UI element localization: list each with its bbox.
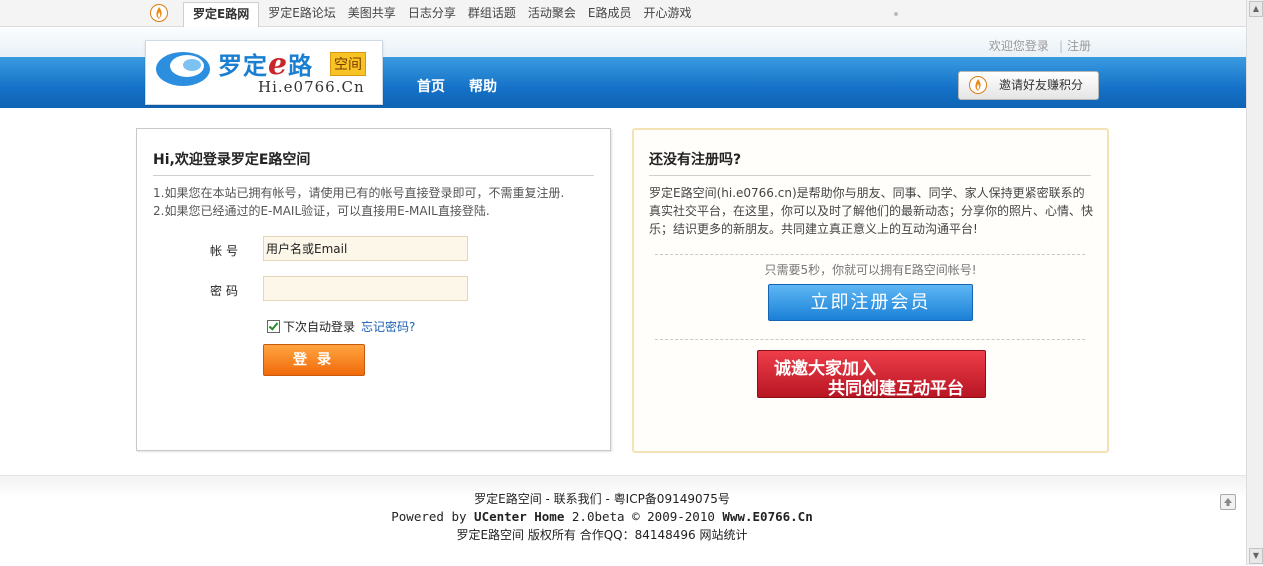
footer-icp-link[interactable]: 粤ICP备09149075号 — [614, 492, 730, 506]
scroll-up-icon[interactable]: ▲ — [1249, 1, 1263, 17]
top-tab-events[interactable]: 活动聚会 — [522, 2, 582, 24]
register-need-text: 只需要5秒，你就可以拥有E路空间帐号! — [764, 263, 977, 277]
forgot-password-link[interactable]: 忘记密码? — [361, 318, 415, 335]
nav-help[interactable]: 帮助 — [469, 76, 497, 96]
join-banner[interactable]: 诚邀大家加入 共同创建互动平台 — [757, 350, 986, 399]
footer-line-1: 罗定E路空间 - 联系我们 - 粤ICP备09149075号 — [474, 492, 730, 506]
logo-tag: 空间 — [330, 52, 366, 76]
vertical-scrollbar[interactable]: ▲ ▼ — [1246, 0, 1263, 565]
remember-me-checkbox[interactable] — [267, 320, 280, 333]
register-panel: 还没有注册吗? 罗定E路空间(hi.e0766.cn)是帮助你与朋友、同事、同学… — [632, 128, 1109, 453]
username-label: 帐号 — [210, 244, 243, 258]
top-tab-groups[interactable]: 群组话题 — [462, 2, 522, 24]
login-tip-2: 2.如果您已经通过的E-MAIL验证，可以直接用E-MAIL直接登陆. — [153, 204, 490, 218]
password-input[interactable] — [263, 276, 468, 301]
site-flame-icon — [150, 4, 168, 22]
footer-site-name: 罗定E路空间 — [456, 528, 525, 542]
dashed-divider-1 — [655, 254, 1085, 255]
top-tab-games[interactable]: 开心游戏 — [637, 2, 697, 24]
top-tab-forum[interactable]: 罗定E路论坛 — [262, 2, 342, 24]
login-tip-1: 1.如果您在本站已拥有帐号，请使用已有的帐号直接登录即可，不需重复注册. — [153, 186, 565, 200]
logo-swoosh-icon — [156, 52, 210, 86]
invite-friends-label: 邀请好友赚积分 — [999, 78, 1084, 92]
top-tab-members[interactable]: E路成员 — [582, 2, 638, 24]
arrow-up-icon — [1224, 498, 1232, 506]
top-nav-bar: 罗定E路网 罗定E路论坛 美图共享 日志分享 群组话题 活动聚会 E路成员 开心… — [0, 0, 1246, 27]
register-intro: 罗定E路空间(hi.e0766.cn)是帮助你与朋友、同事、同学、家人保持更紧密… — [649, 186, 1094, 236]
logo-text: 罗定e路 — [218, 46, 313, 82]
top-tab-home[interactable]: 罗定E路网 — [183, 2, 260, 27]
login-divider — [153, 175, 594, 176]
logo-text-e: e — [268, 47, 289, 82]
login-tips: 1.如果您在本站已拥有帐号，请使用已有的帐号直接登录即可，不需重复注册. 2.如… — [153, 184, 564, 220]
scroll-down-icon[interactable]: ▼ — [1249, 548, 1263, 564]
footer-line-3: 罗定E路空间 版权所有 合作QQ：84148496 网站统计 — [0, 526, 1204, 543]
top-nav-tabs: 罗定E路网 罗定E路论坛 美图共享 日志分享 群组话题 活动聚会 E路成员 开心… — [183, 2, 697, 27]
username-input[interactable]: 用户名或Email — [263, 236, 468, 261]
footer-version: 2.0beta © 2009-2010 — [571, 509, 715, 524]
login-button[interactable]: 登录 — [263, 344, 365, 376]
join-banner-line2: 共同创建互动平台 — [828, 379, 964, 399]
footer-product-link[interactable]: UCenter Home — [474, 509, 564, 524]
login-title: Hi,欢迎登录罗定E路空间 — [153, 152, 311, 168]
logo-text-prefix: 罗定 — [218, 51, 268, 80]
register-link[interactable]: 注册 — [1067, 39, 1091, 53]
remember-me-label[interactable]: 下次自动登录 — [283, 318, 355, 335]
footer-stats-link[interactable]: 网站统计 — [700, 528, 748, 542]
site-logo[interactable]: 罗定e路 空间 Hi.e0766.Cn — [145, 40, 383, 105]
password-label: 密码 — [210, 284, 243, 298]
flame-icon — [969, 76, 987, 94]
welcome-login-link[interactable]: 欢迎您登录 — [989, 39, 1049, 53]
footer-contact-link[interactable]: 联系我们 — [554, 492, 602, 506]
nav-home[interactable]: 首页 — [417, 76, 445, 96]
dashed-divider-2 — [655, 339, 1085, 340]
user-links-separator: | — [1058, 39, 1063, 53]
register-divider — [649, 175, 1091, 176]
top-tab-blogs[interactable]: 日志分享 — [402, 2, 462, 24]
footer-site-link[interactable]: 罗定E路空间 — [474, 492, 542, 506]
invite-friends-button[interactable]: 邀请好友赚积分 — [958, 71, 1099, 100]
back-to-top-icon[interactable] — [1220, 494, 1236, 510]
top-tab-photos[interactable]: 美图共享 — [342, 2, 402, 24]
footer-domain-link[interactable]: Www.E0766.Cn — [722, 509, 812, 524]
loading-dot — [894, 12, 898, 16]
register-now-button[interactable]: 立即注册会员 — [768, 284, 973, 321]
user-links: 欢迎您登录 | 注册 — [989, 37, 1091, 54]
logo-text-suffix: 路 — [288, 51, 314, 80]
footer-qq: 合作QQ：84148496 — [579, 528, 696, 542]
logo-url: Hi.e0766.Cn — [258, 78, 365, 96]
footer-line-2: Powered by UCenter Home 2.0beta © 2009-2… — [0, 509, 1204, 524]
main-nav: 首页 帮助 — [417, 76, 497, 96]
footer-rights: 版权所有 — [527, 528, 576, 542]
login-panel: Hi,欢迎登录罗定E路空间 1.如果您在本站已拥有帐号，请使用已有的帐号直接登录… — [136, 128, 611, 451]
footer-powered-by: Powered by — [391, 509, 467, 524]
footer: 罗定E路空间 - 联系我们 - 粤ICP备09149075号 Powered b… — [0, 475, 1246, 566]
remember-me-row: 下次自动登录 忘记密码? — [267, 318, 415, 335]
register-title: 还没有注册吗? — [649, 152, 742, 168]
